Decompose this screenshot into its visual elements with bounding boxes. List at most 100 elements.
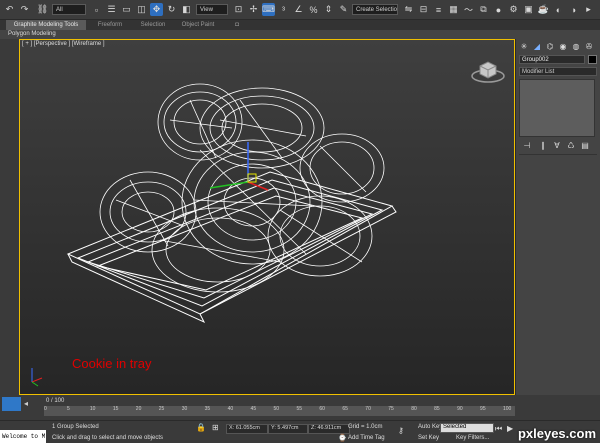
viewport-caption-text: Cookie in tray bbox=[72, 356, 152, 371]
pivot-center-icon[interactable]: ⊡ bbox=[232, 3, 245, 16]
selection-filter-dropdown[interactable]: All bbox=[52, 4, 86, 15]
add-time-tag-button[interactable]: Add Time Tag bbox=[348, 435, 385, 441]
timeline-tick: 75 bbox=[388, 406, 394, 412]
z-coordinate-field[interactable]: Z: 46.911cm bbox=[308, 424, 350, 434]
tab-graphite-modeling-tools[interactable]: Graphite Modeling Tools bbox=[6, 20, 86, 30]
timeline-tick: 55 bbox=[296, 406, 302, 412]
time-slider-prev-icon[interactable]: ◂ bbox=[24, 399, 28, 408]
tab-object-paint[interactable]: Object Paint bbox=[178, 20, 218, 30]
utilities-tab-icon[interactable]: ✇ bbox=[584, 42, 594, 51]
modifier-stack[interactable] bbox=[519, 79, 595, 137]
modifier-list-dropdown[interactable]: Modifier List bbox=[519, 67, 597, 76]
key-mode-dropdown[interactable]: Selected bbox=[440, 423, 494, 433]
object-name-field[interactable]: Group002 bbox=[519, 55, 585, 64]
redo-icon[interactable]: ↷ bbox=[18, 3, 31, 16]
reference-coordinate-dropdown[interactable]: View bbox=[196, 4, 228, 15]
set-key-icon[interactable]: ⚷ bbox=[398, 426, 404, 435]
wireframe-scene bbox=[31, 83, 397, 387]
select-and-scale-icon[interactable]: ◧ bbox=[180, 3, 193, 16]
timeline-tick: 70 bbox=[365, 406, 371, 412]
timeline-tick: 10 bbox=[89, 406, 96, 412]
ribbon-panel-polygon-modeling[interactable]: Polygon Modeling bbox=[0, 30, 600, 39]
panel-divider bbox=[519, 154, 597, 155]
watermark: pxleyes.com bbox=[517, 426, 596, 441]
tab-selection[interactable]: Selection bbox=[135, 20, 171, 30]
timeline-tick: 100 bbox=[503, 406, 512, 412]
timeline-tick: 30 bbox=[181, 406, 188, 412]
hierarchy-tab-icon[interactable]: ⌬ bbox=[545, 42, 555, 51]
prompt-line-text: Click and drag to select and move object… bbox=[52, 435, 164, 441]
select-object-icon[interactable]: ▫ bbox=[90, 3, 103, 16]
select-manipulate-icon[interactable]: ✢ bbox=[247, 3, 260, 16]
configure-sets-icon[interactable]: ▤ bbox=[580, 141, 590, 150]
absolute-mode-icon[interactable]: ⊞ bbox=[212, 423, 219, 432]
select-by-name-icon[interactable]: ☰ bbox=[105, 3, 118, 16]
lock-selection-icon[interactable]: 🔒 bbox=[196, 423, 206, 432]
object-color-swatch[interactable] bbox=[588, 55, 597, 64]
remove-modifier-icon[interactable]: ♺ bbox=[566, 141, 576, 150]
keyboard-shortcut-override-icon[interactable]: ⌨ bbox=[262, 3, 275, 16]
snaps-toggle-icon[interactable]: ³ bbox=[277, 3, 290, 16]
grid-size-text: Grid = 1.0cm bbox=[348, 424, 383, 430]
x-coordinate-field[interactable]: X: 61.055cm bbox=[226, 424, 268, 434]
material-editor-icon[interactable]: ● bbox=[492, 3, 505, 16]
go-to-start-icon[interactable]: ⏮ bbox=[495, 424, 502, 434]
select-and-move-icon[interactable]: ✥ bbox=[150, 3, 163, 16]
pin-stack-icon[interactable]: ⊣ bbox=[522, 141, 532, 150]
axis-tripod bbox=[31, 368, 43, 387]
auto-key-button[interactable]: Auto Key bbox=[418, 424, 442, 430]
main-toolbar: ↶ ↷ ⛓ All ▫ ☰ ▭ ◫ ✥ ↻ ◧ View ⊡ ✢ ⌨ ³ ∠ %… bbox=[0, 0, 600, 20]
perspective-viewport[interactable]: [ + ] [Perspective ] [Wireframe ] Cookie… bbox=[19, 39, 515, 395]
left-viewport-strip bbox=[0, 39, 19, 395]
layer-manager-icon[interactable]: ≡ bbox=[432, 3, 445, 16]
display-tab-icon[interactable]: ◍ bbox=[571, 42, 581, 51]
render-setup-icon[interactable]: ⚙ bbox=[507, 3, 520, 16]
align-icon[interactable]: ⊟ bbox=[417, 3, 430, 16]
y-coordinate-field[interactable]: Y: 5.497cm bbox=[268, 424, 308, 434]
render-iterative-icon[interactable]: ◐ bbox=[552, 3, 565, 16]
show-end-result-icon[interactable]: ∥ bbox=[538, 141, 548, 150]
mirror-icon[interactable]: ⇋ bbox=[402, 3, 415, 16]
timeline-tick: 80 bbox=[411, 406, 417, 412]
command-panel: ✳ ◢ ⌬ ◉ ◍ ✇ Group002 Modifier List ⊣ ∥ ∀… bbox=[515, 39, 600, 395]
link-icon[interactable]: ⛓ bbox=[36, 3, 49, 16]
timeline-tick: 20 bbox=[135, 406, 142, 412]
select-and-rotate-icon[interactable]: ↻ bbox=[165, 3, 178, 16]
percent-snap-icon[interactable]: % bbox=[307, 3, 320, 16]
timeline-tick: 65 bbox=[342, 406, 348, 412]
window-crossing-icon[interactable]: ◫ bbox=[135, 3, 148, 16]
render-production-icon[interactable]: ☕ bbox=[537, 3, 550, 16]
rectangular-selection-icon[interactable]: ▭ bbox=[120, 3, 133, 16]
rendered-frame-window-icon[interactable]: ▣ bbox=[522, 3, 535, 16]
graphite-tools-icon[interactable]: ▦ bbox=[447, 3, 460, 16]
modify-tab-icon[interactable]: ◢ bbox=[532, 42, 542, 51]
render-activeshade-icon[interactable]: ◑ bbox=[567, 3, 580, 16]
tab-freeform[interactable]: Freeform bbox=[90, 20, 130, 30]
cookie-wireframes bbox=[99, 83, 385, 293]
undo-icon[interactable]: ↶ bbox=[3, 3, 16, 16]
key-filters-button[interactable]: Key Filters... bbox=[456, 435, 489, 441]
spinner-snap-icon[interactable]: ⇕ bbox=[322, 3, 335, 16]
maxscript-listener[interactable]: Welcome to M: bbox=[0, 430, 46, 443]
timeline-tick: 15 bbox=[112, 406, 119, 412]
motion-tab-icon[interactable]: ◉ bbox=[558, 42, 568, 51]
set-key-button[interactable]: Set Key bbox=[418, 435, 439, 441]
toolbar-menu-icon[interactable]: ▸ bbox=[582, 3, 595, 16]
timeline-tick: 45 bbox=[250, 406, 257, 412]
create-tab-icon[interactable]: ✳ bbox=[519, 42, 529, 51]
viewcube-icon[interactable] bbox=[470, 56, 506, 84]
timeline-tick: 90 bbox=[457, 406, 463, 412]
make-unique-icon[interactable]: ∀ bbox=[552, 141, 562, 150]
curve-editor-icon[interactable]: 〜 bbox=[462, 3, 475, 16]
named-selection-dropdown[interactable]: Create Selection Se bbox=[352, 4, 398, 15]
play-icon[interactable]: ▶ bbox=[507, 424, 513, 433]
track-bar[interactable]: 0 5 10 15 20 25 30 35 40 45 50 55 60 65 70 75 80 85 90 95 10… bbox=[44, 406, 515, 416]
schematic-view-icon[interactable]: ⧉ bbox=[477, 3, 490, 16]
angle-snap-icon[interactable]: ∠ bbox=[292, 3, 305, 16]
time-tag-icon[interactable]: ⌚ bbox=[338, 434, 347, 442]
time-slider[interactable] bbox=[2, 397, 21, 411]
ribbon-options-icon[interactable]: ◘ bbox=[230, 20, 244, 30]
timeline-tick: 5 bbox=[66, 406, 70, 412]
timeline-tick: 60 bbox=[319, 406, 325, 412]
edit-named-selection-icon[interactable]: ✎ bbox=[337, 3, 350, 16]
